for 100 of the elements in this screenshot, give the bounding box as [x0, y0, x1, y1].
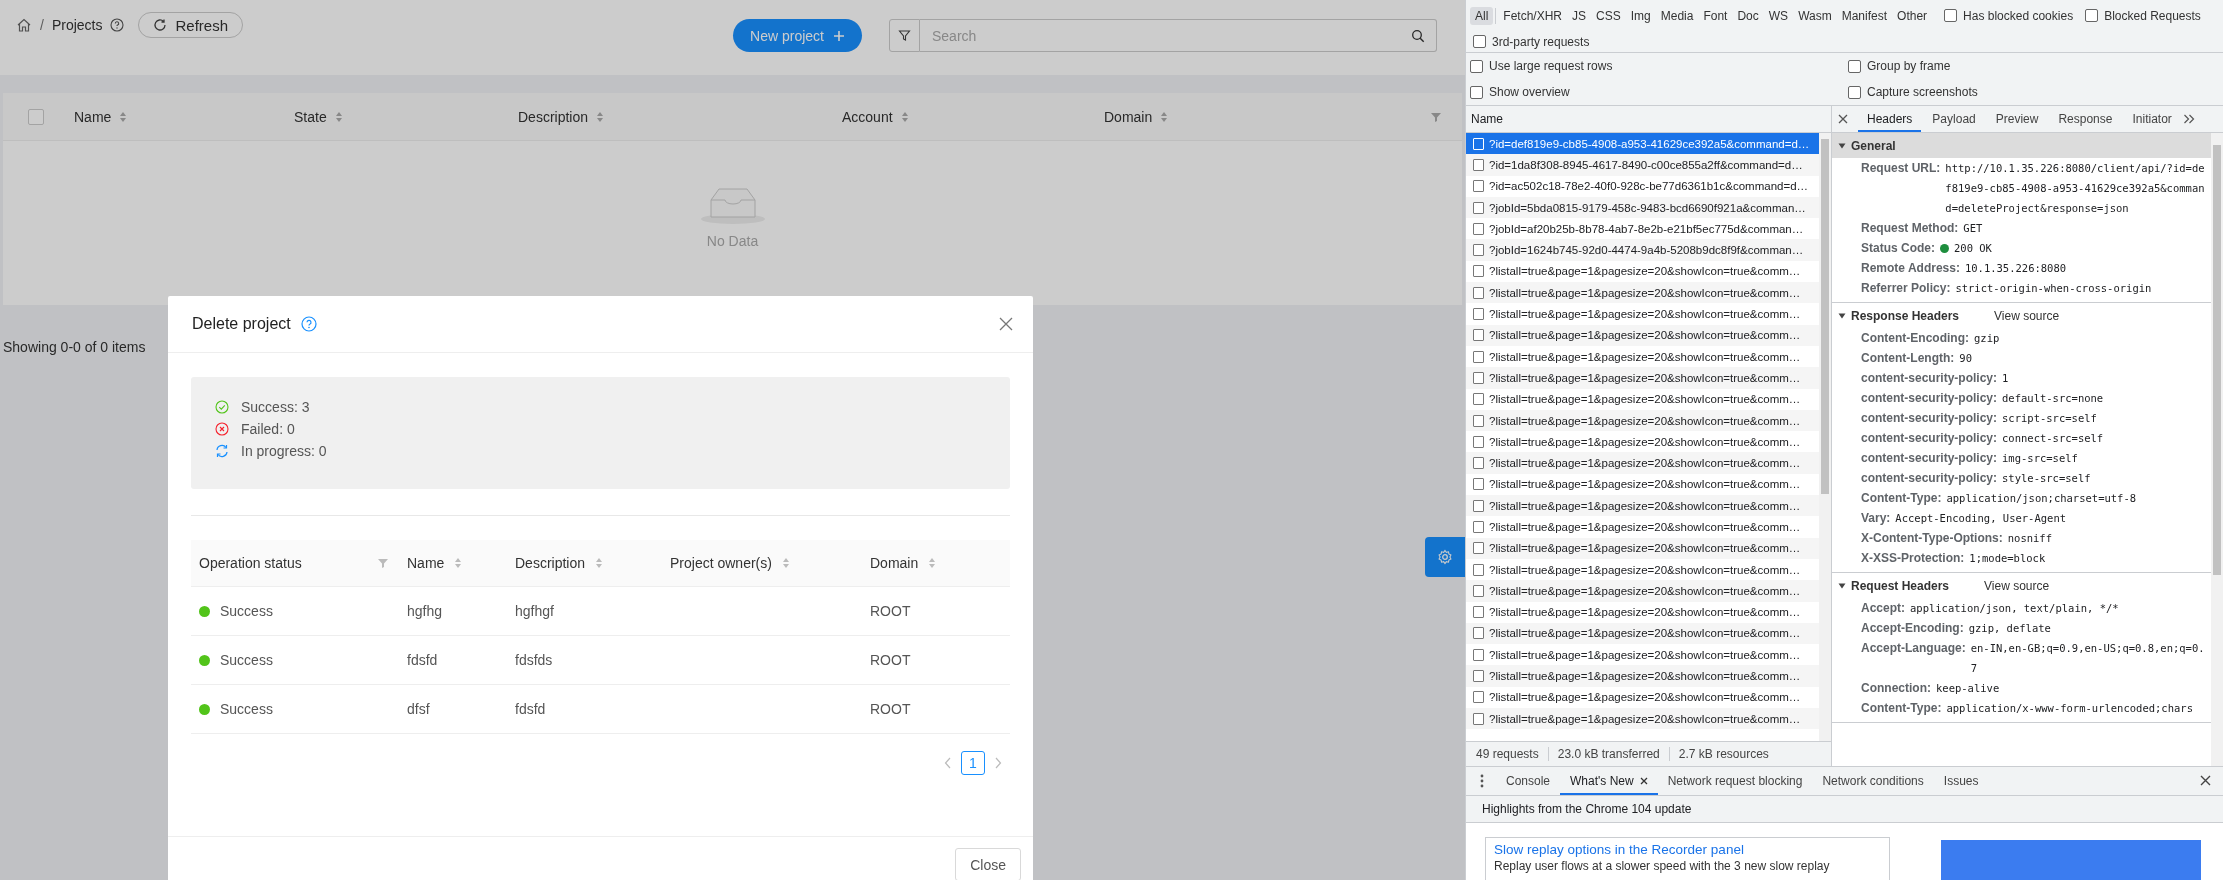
request-row[interactable]: ?listall=true&page=1&pagesize=20&showIcon=true&comm…: [1466, 282, 1819, 304]
close-icon[interactable]: [1639, 777, 1648, 785]
filter-tab[interactable]: JS: [1567, 6, 1592, 25]
column-header[interactable]: Domain: [870, 555, 919, 571]
request-row[interactable]: ?listall=true&page=1&pagesize=20&showIcon=true&comm…: [1466, 537, 1819, 559]
name-column-header[interactable]: Name: [1466, 106, 1831, 133]
disclosure-triangle-icon[interactable]: [1838, 311, 1846, 320]
refresh-button[interactable]: Refresh: [138, 12, 243, 38]
checkbox[interactable]: [1848, 59, 1861, 73]
request-row[interactable]: ?listall=true&page=1&pagesize=20&showIcon=true&comm…: [1466, 345, 1819, 368]
scrollbar[interactable]: [1819, 133, 1831, 741]
filter-button[interactable]: [889, 19, 920, 52]
search-icon[interactable]: [1411, 29, 1425, 43]
request-row[interactable]: ?listall=true&page=1&pagesize=20&showIcon=true&comm…: [1466, 324, 1819, 346]
request-row[interactable]: ?listall=true&page=1&pagesize=20&showIcon=true&comm…: [1466, 452, 1819, 474]
filter-tab[interactable]: Doc: [1732, 6, 1764, 25]
filter-tab[interactable]: Img: [1625, 6, 1656, 25]
help-icon[interactable]: [300, 316, 317, 332]
more-options-icon[interactable]: [1480, 774, 1484, 788]
column-header[interactable]: Account: [842, 108, 1104, 125]
request-row[interactable]: ?listall=true&page=1&pagesize=20&showIcon=true&comm…: [1466, 644, 1819, 666]
detail-tab[interactable]: Payload: [1923, 106, 1985, 132]
request-row[interactable]: ?listall=true&page=1&pagesize=20&showIcon=true&comm…: [1466, 303, 1819, 325]
checkbox[interactable]: [1944, 9, 1958, 22]
filter-tab[interactable]: Manifest: [1836, 6, 1893, 25]
filter-tab[interactable]: WS: [1763, 6, 1794, 25]
header-value: GET: [1963, 221, 1983, 236]
drawer-tab[interactable]: Console: [1496, 767, 1561, 795]
request-row[interactable]: ?listall=true&page=1&pagesize=20&showIcon=true&comm…: [1466, 558, 1819, 581]
drawer-tab[interactable]: Issues: [1933, 767, 1989, 795]
filter-tab[interactable]: Wasm: [1793, 6, 1837, 25]
detail-tab[interactable]: Initiator: [2123, 106, 2181, 132]
drawer-tab[interactable]: Network conditions: [1812, 767, 1934, 795]
detail-tab[interactable]: Headers: [1858, 106, 1922, 132]
request-row[interactable]: ?listall=true&page=1&pagesize=20&showIcon=true&comm…: [1466, 409, 1819, 432]
filter-tab[interactable]: CSS: [1591, 6, 1626, 25]
close-button[interactable]: Close: [955, 848, 1021, 880]
checkbox[interactable]: [1470, 85, 1483, 99]
header-name: Request Method:: [1861, 220, 1959, 237]
column-header[interactable]: Domain: [1104, 108, 1169, 125]
more-tabs-icon[interactable]: [2182, 114, 2195, 124]
file-icon: [1473, 308, 1484, 320]
select-all-checkbox[interactable]: [28, 108, 44, 125]
request-row[interactable]: ?listall=true&page=1&pagesize=20&showIcon=true&comm…: [1466, 601, 1819, 623]
help-icon[interactable]: [110, 18, 125, 32]
view-source-link[interactable]: View source: [1984, 578, 2050, 593]
request-row[interactable]: ?id=ac502c18-78e2-40f0-928c-be77d6361b1c&command=d…: [1466, 175, 1819, 197]
column-header[interactable]: Name: [407, 555, 445, 571]
column-header[interactable]: Name: [74, 108, 294, 125]
filter-tab[interactable]: Media: [1655, 6, 1699, 25]
feature-link[interactable]: Slow replay options in the Recorder panel: [1494, 842, 1881, 857]
filter-tab[interactable]: All: [1470, 6, 1494, 25]
disclosure-triangle-icon[interactable]: [1838, 581, 1846, 590]
filter-tab[interactable]: Fetch/XHR: [1498, 6, 1568, 25]
request-row[interactable]: ?jobId=5bda0815-9179-458c-9483-bcd6690f921a&comman…: [1466, 196, 1819, 219]
request-row[interactable]: ?id=1da8f308-8945-4617-8490-c00ce855a2ff&command=d…: [1466, 154, 1819, 176]
table-cell: fdsfd: [515, 701, 546, 717]
filter-tab[interactable]: Font: [1698, 6, 1733, 25]
column-header[interactable]: Description: [515, 555, 586, 571]
request-row[interactable]: ?listall=true&page=1&pagesize=20&showIcon=true&comm…: [1466, 708, 1819, 730]
settings-button[interactable]: [1425, 537, 1465, 577]
section-title[interactable]: Response Headers: [1851, 308, 1960, 323]
close-icon[interactable]: [1838, 114, 1848, 124]
request-row[interactable]: ?listall=true&page=1&pagesize=20&showIcon=true&comm…: [1466, 473, 1819, 496]
request-row[interactable]: ?listall=true&page=1&pagesize=20&showIcon=true&comm…: [1466, 665, 1819, 687]
filter-tab[interactable]: Other: [1892, 6, 1933, 25]
request-row[interactable]: ?listall=true&page=1&pagesize=20&showIcon=true&comm…: [1466, 388, 1819, 410]
column-header[interactable]: Operation status: [199, 555, 302, 571]
section-title[interactable]: Request Headers: [1851, 578, 1950, 593]
header-value: strict-origin-when-cross-origin: [1955, 281, 2152, 296]
request-row[interactable]: ?listall=true&page=1&pagesize=20&showIcon=true&comm…: [1466, 367, 1819, 389]
drawer-tab[interactable]: Network request blocking: [1657, 767, 1813, 795]
checkbox[interactable]: [2085, 9, 2099, 22]
request-row[interactable]: ?listall=true&page=1&pagesize=20&showIcon=true&comm…: [1466, 431, 1819, 453]
request-row[interactable]: ?jobId=af20b25b-8b78-4ab7-8e2b-e21bf5ec775d&comman…: [1466, 218, 1819, 240]
checkbox[interactable]: [1470, 59, 1483, 73]
detail-tab[interactable]: Preview: [1986, 106, 2048, 132]
column-header[interactable]: Project owner(s): [670, 555, 772, 571]
request-row[interactable]: ?listall=true&page=1&pagesize=20&showIcon=true&comm…: [1466, 686, 1819, 708]
close-icon[interactable]: [2200, 775, 2211, 786]
request-row[interactable]: ?listall=true&page=1&pagesize=20&showIcon=true&comm…: [1466, 516, 1819, 538]
detail-tab[interactable]: Response: [2049, 106, 2122, 132]
disclosure-triangle-icon[interactable]: [1838, 141, 1846, 150]
request-row[interactable]: ?jobId=1624b745-92d0-4474-9a4b-5208b9dc8f9f&comman…: [1466, 239, 1819, 261]
breadcrumb-separator: /: [40, 17, 44, 33]
search-field[interactable]: Search: [920, 19, 1437, 52]
home-icon[interactable]: [16, 17, 32, 33]
request-row[interactable]: ?listall=true&page=1&pagesize=20&showIcon=true&comm…: [1466, 260, 1819, 283]
request-row[interactable]: ?listall=true&page=1&pagesize=20&showIcon=true&comm…: [1466, 495, 1819, 517]
scrollbar[interactable]: [2211, 133, 2223, 766]
request-row[interactable]: ?listall=true&page=1&pagesize=20&showIcon=true&comm…: [1466, 580, 1819, 602]
request-row[interactable]: ?listall=true&page=1&pagesize=20&showIcon=true&comm…: [1466, 622, 1819, 645]
checkbox[interactable]: [1473, 35, 1486, 48]
column-header[interactable]: State: [294, 108, 518, 125]
section-title[interactable]: General: [1851, 138, 1896, 153]
checkbox[interactable]: [1848, 85, 1861, 99]
column-header[interactable]: Description: [518, 108, 842, 125]
request-row[interactable]: ?id=def819e9-cb85-4908-a953-41629ce392a5&command=d…: [1466, 133, 1819, 155]
view-source-link[interactable]: View source: [1994, 308, 2060, 323]
drawer-tab[interactable]: What's New: [1560, 767, 1658, 795]
